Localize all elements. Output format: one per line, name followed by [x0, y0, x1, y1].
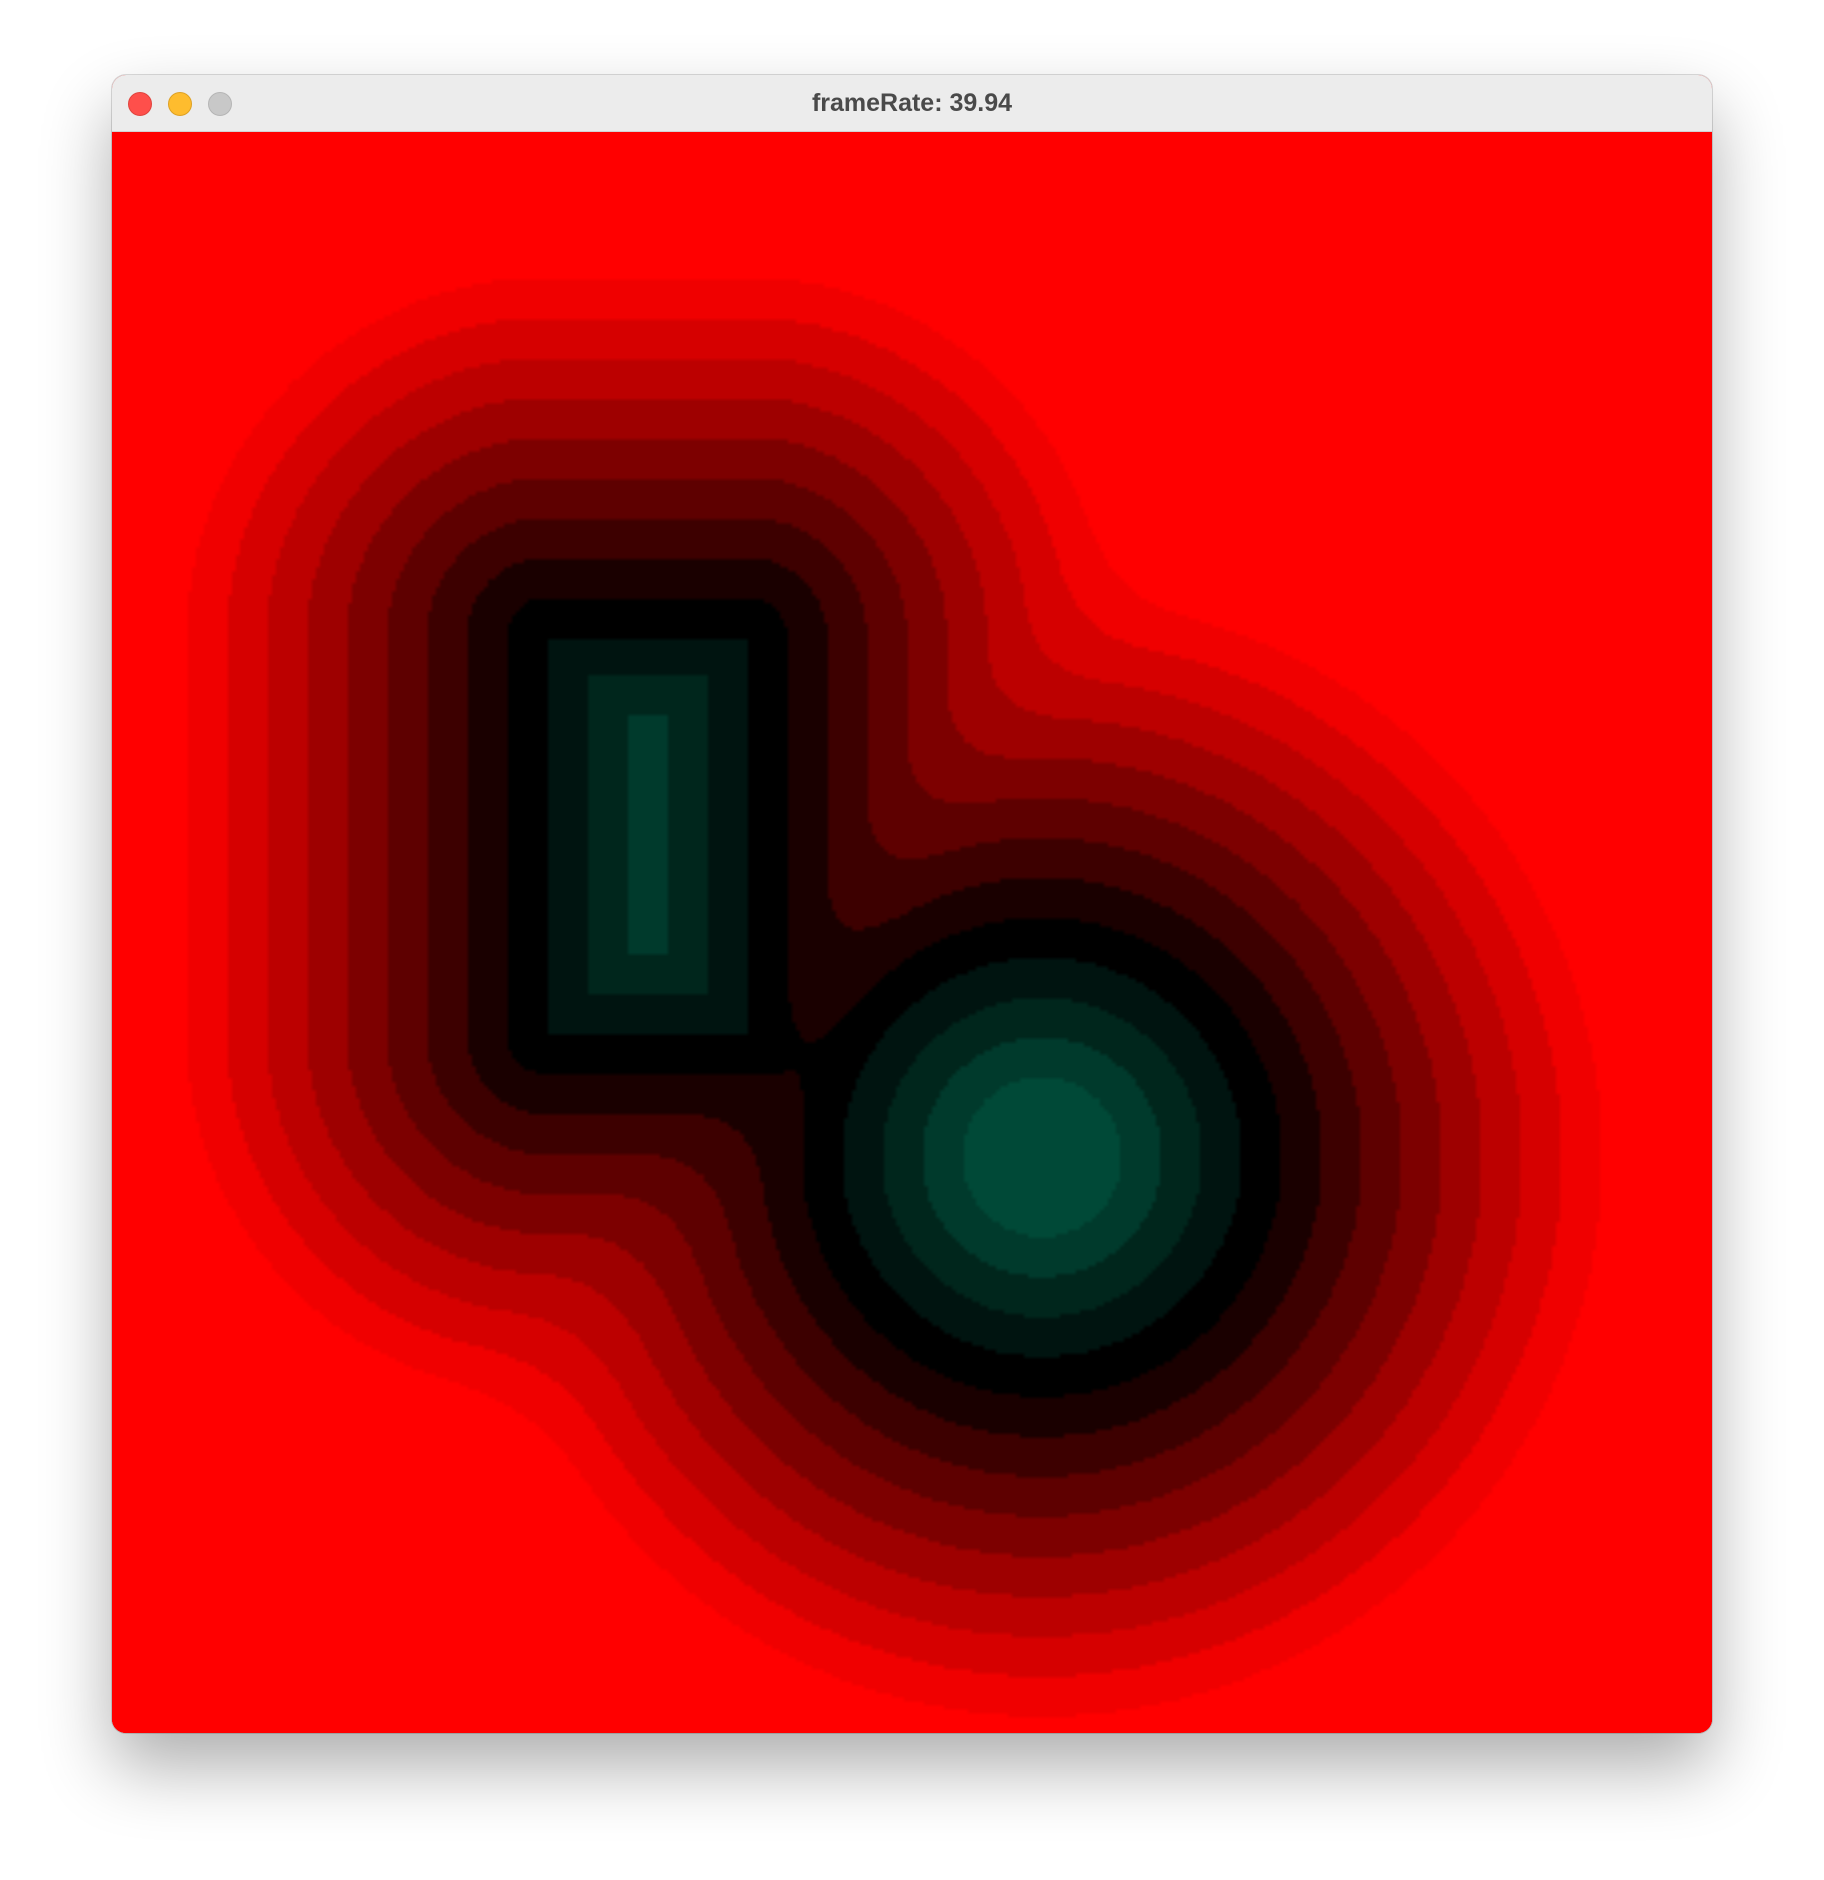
- title-bar[interactable]: frameRate: 39.94: [112, 75, 1712, 132]
- sketch-canvas[interactable]: [112, 132, 1712, 1733]
- window-title: frameRate: 39.94: [811, 89, 1013, 117]
- contour-field: [112, 132, 1712, 1733]
- contour-bands: [112, 132, 1712, 1733]
- app-window: frameRate: 39.94: [112, 75, 1712, 1733]
